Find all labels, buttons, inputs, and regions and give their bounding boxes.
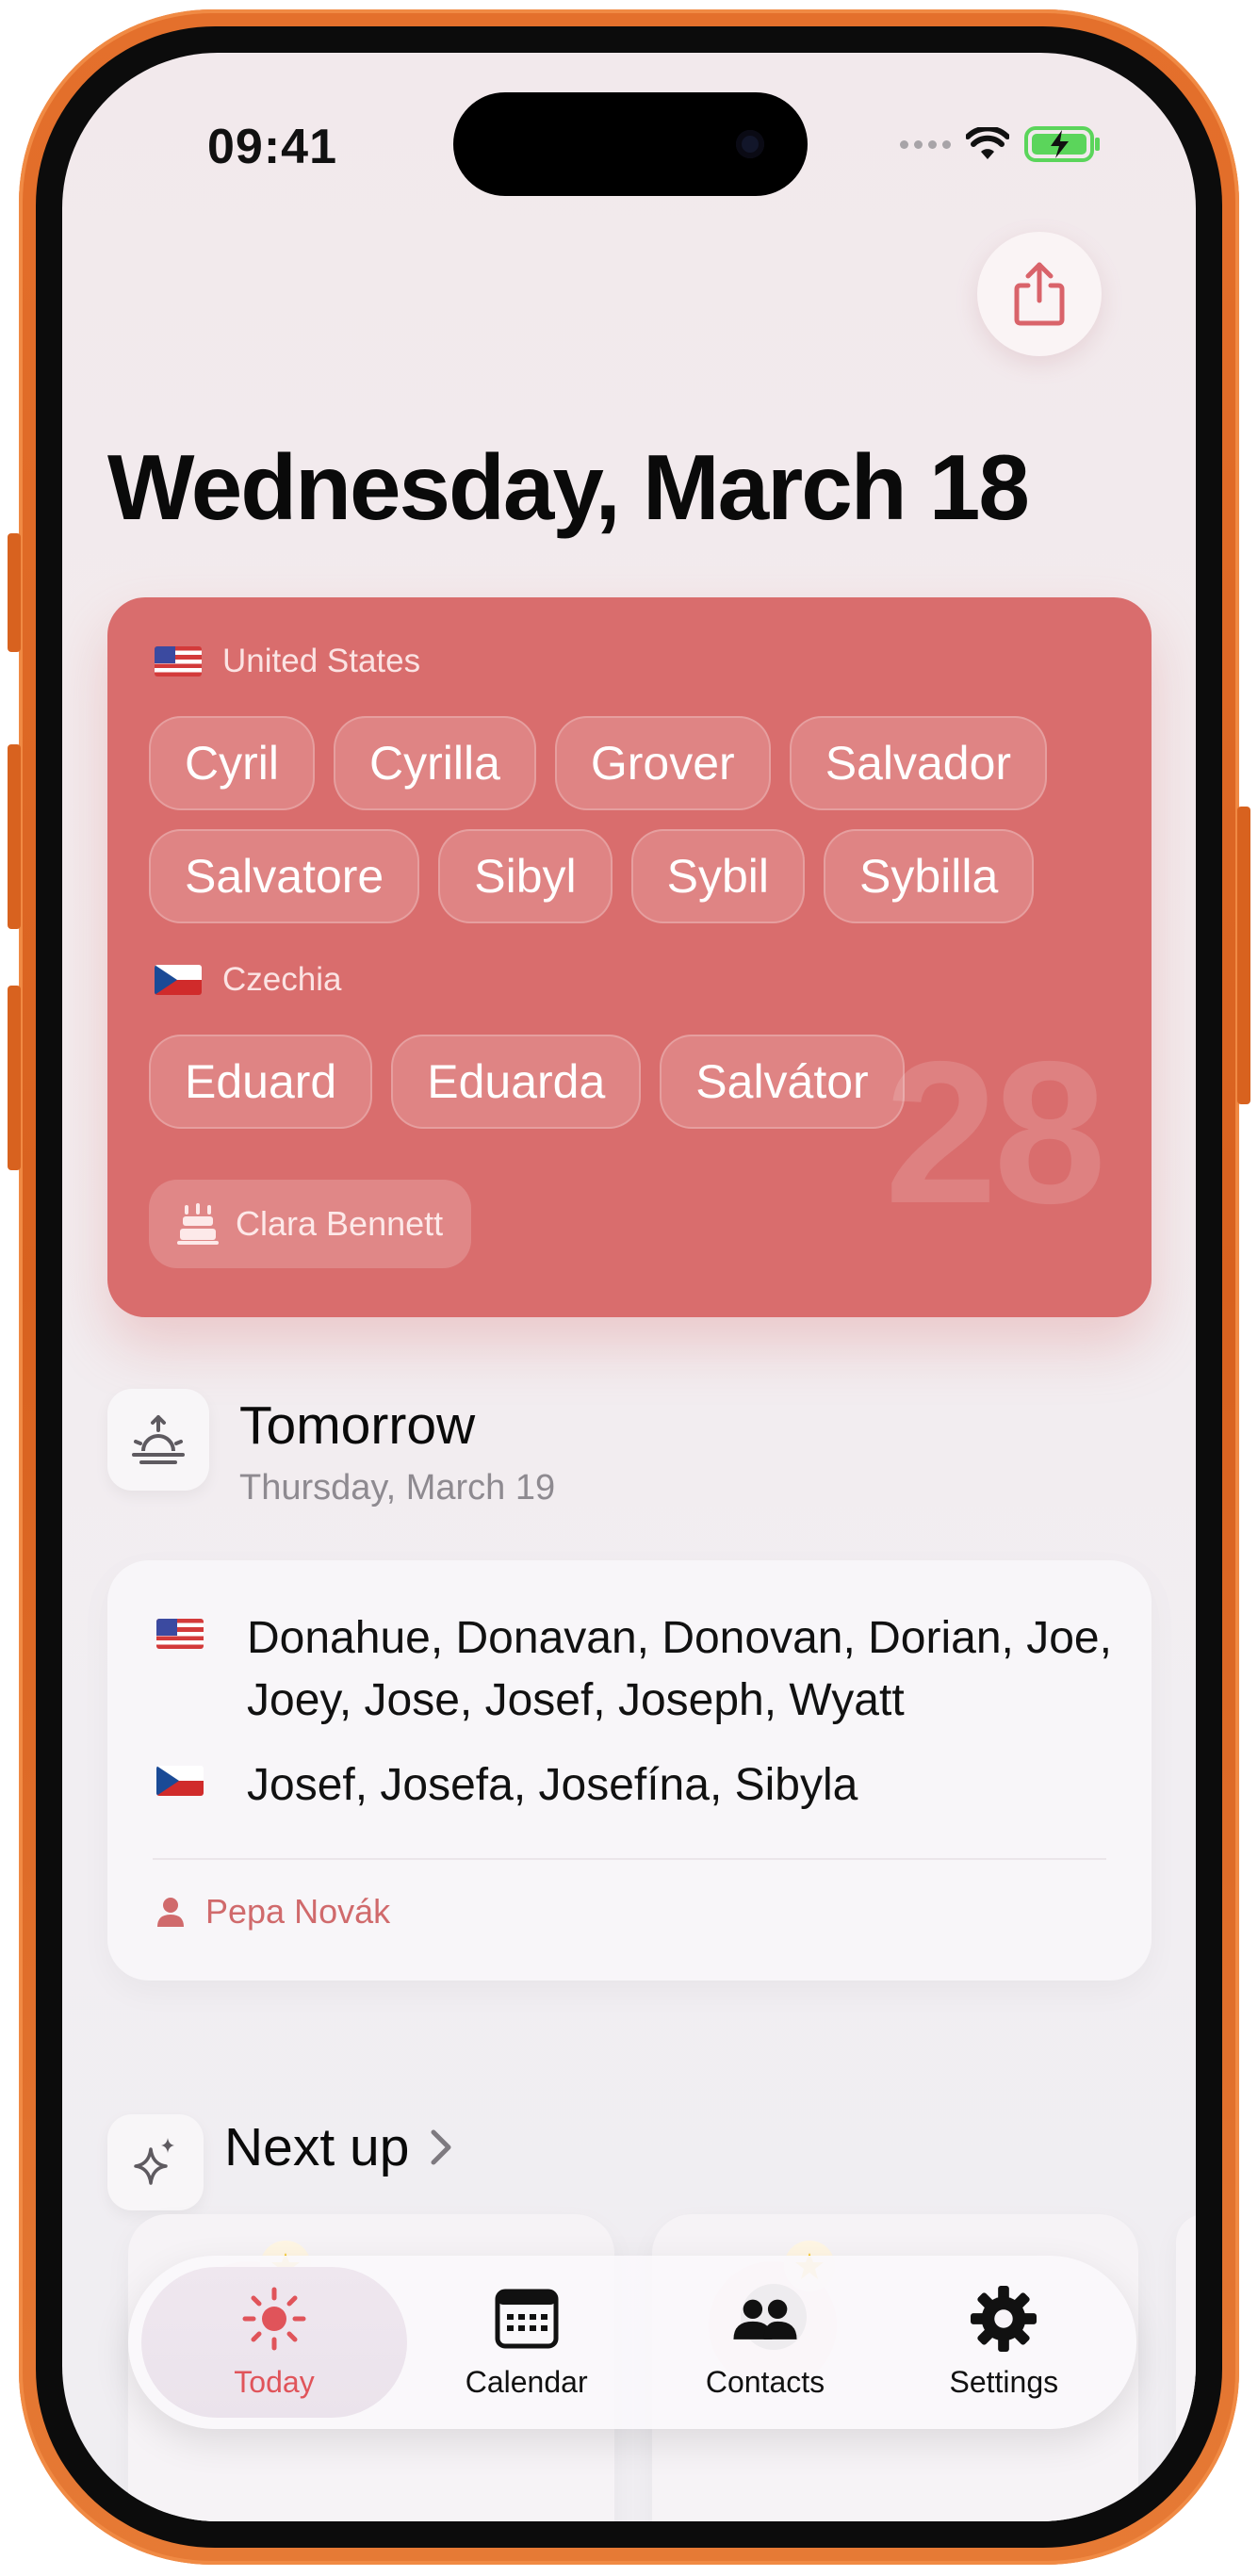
camera-icon <box>736 130 764 158</box>
tomorrow-contact-name: Pepa Novák <box>205 1892 391 1931</box>
country-header-us: United States <box>155 643 420 680</box>
status-indicators <box>900 126 1102 162</box>
country-label: United States <box>222 643 421 679</box>
next-up-link[interactable]: Next up <box>224 2116 452 2178</box>
tab-contacts[interactable]: Contacts <box>645 2267 884 2418</box>
tab-label: Today <box>234 2364 315 2399</box>
tab-calendar[interactable]: Calendar <box>407 2267 645 2418</box>
action-button <box>8 533 21 652</box>
power-button <box>1237 807 1250 1104</box>
next-up-section-icon <box>107 2114 204 2210</box>
volume-up-button <box>8 744 21 929</box>
name-chip[interactable]: Eduard <box>149 1035 373 1129</box>
dynamic-island <box>453 92 808 196</box>
signal-dots-icon <box>900 139 951 149</box>
screen: 09:41 Wednesday, March 18 28 United Stat… <box>62 53 1196 2521</box>
sunrise-icon <box>132 1415 185 1464</box>
flag-us-icon <box>156 1619 204 1649</box>
name-chip[interactable]: Salvatore <box>149 829 420 923</box>
page-title: Wednesday, March 18 <box>107 435 1030 539</box>
birthday-cake-icon <box>177 1203 219 1245</box>
today-names-card[interactable]: 28 United States Cyril Cyrilla Grover Sa… <box>107 597 1152 1317</box>
next-up-card[interactable] <box>1176 2214 1196 2521</box>
tab-today[interactable]: Today <box>141 2267 407 2418</box>
tomorrow-row-cz: Josef, Josefa, Josefína, Sibyla <box>156 1754 1114 1817</box>
tomorrow-section-icon <box>107 1389 209 1491</box>
share-button[interactable] <box>977 232 1102 356</box>
name-chip[interactable]: Cyril <box>149 716 315 810</box>
sparkles-icon <box>134 2138 174 2185</box>
birthday-contact-name: Clara Bennett <box>236 1204 444 1243</box>
next-up-title: Next up <box>224 2117 410 2177</box>
tab-bar: Today Calendar Contacts Settings <box>128 2256 1136 2429</box>
contacts-icon <box>732 2286 798 2352</box>
tomorrow-contact[interactable]: Pepa Novák <box>156 1892 390 1932</box>
country-header-cz: Czechia <box>155 961 341 999</box>
tomorrow-cz-names: Josef, Josefa, Josefína, Sibyla <box>247 1760 858 1810</box>
tab-label: Contacts <box>705 2364 825 2399</box>
name-chip[interactable]: Sibyl <box>438 829 613 923</box>
battery-charging-icon <box>1024 126 1100 162</box>
birthday-contact-chip[interactable]: Clara Bennett <box>149 1180 472 1268</box>
tab-label: Calendar <box>465 2364 588 2399</box>
gear-icon <box>971 2285 1037 2352</box>
tomorrow-row-us: Donahue, Donavan, Donovan, Dorian, Joe, … <box>156 1607 1114 1732</box>
name-chips-row: Cyril Cyrilla Grover Salvador <box>149 716 1048 810</box>
name-chip[interactable]: Sybilla <box>823 829 1035 923</box>
name-chip[interactable]: Cyrilla <box>333 716 536 810</box>
name-chip[interactable]: Salvador <box>789 716 1048 810</box>
name-chip[interactable]: Salvátor <box>660 1035 905 1129</box>
tab-settings[interactable]: Settings <box>885 2267 1123 2418</box>
share-icon <box>1014 262 1065 326</box>
tomorrow-us-names: Donahue, Donavan, Donovan, Dorian, Joe, … <box>247 1613 1112 1725</box>
flag-cz-icon <box>156 1766 204 1796</box>
name-chips-row: Salvatore Sibyl Sybil Sybilla <box>149 829 1035 923</box>
name-chip[interactable]: Eduarda <box>391 1035 642 1129</box>
wifi-icon <box>966 127 1009 159</box>
name-chips-row: Eduard Eduarda Salvátor <box>149 1035 905 1129</box>
tomorrow-names-card[interactable]: Donahue, Donavan, Donovan, Dorian, Joe, … <box>107 1560 1152 1981</box>
person-icon <box>157 1898 184 1927</box>
chevron-right-icon <box>431 2129 451 2165</box>
country-label: Czechia <box>222 961 342 998</box>
status-time: 09:41 <box>207 120 337 174</box>
name-chip[interactable]: Grover <box>554 716 771 810</box>
name-chip[interactable]: Sybil <box>630 829 805 923</box>
flag-us-icon <box>155 646 202 677</box>
divider <box>153 1858 1106 1860</box>
tomorrow-title: Tomorrow <box>239 1395 476 1456</box>
calendar-icon <box>494 2286 560 2352</box>
volume-down-button <box>8 986 21 1170</box>
sun-icon <box>241 2286 307 2352</box>
day-number: 28 <box>884 1019 1106 1246</box>
tab-label: Settings <box>949 2364 1059 2399</box>
flag-cz-icon <box>155 965 202 995</box>
tomorrow-date: Thursday, March 19 <box>239 1468 556 1508</box>
